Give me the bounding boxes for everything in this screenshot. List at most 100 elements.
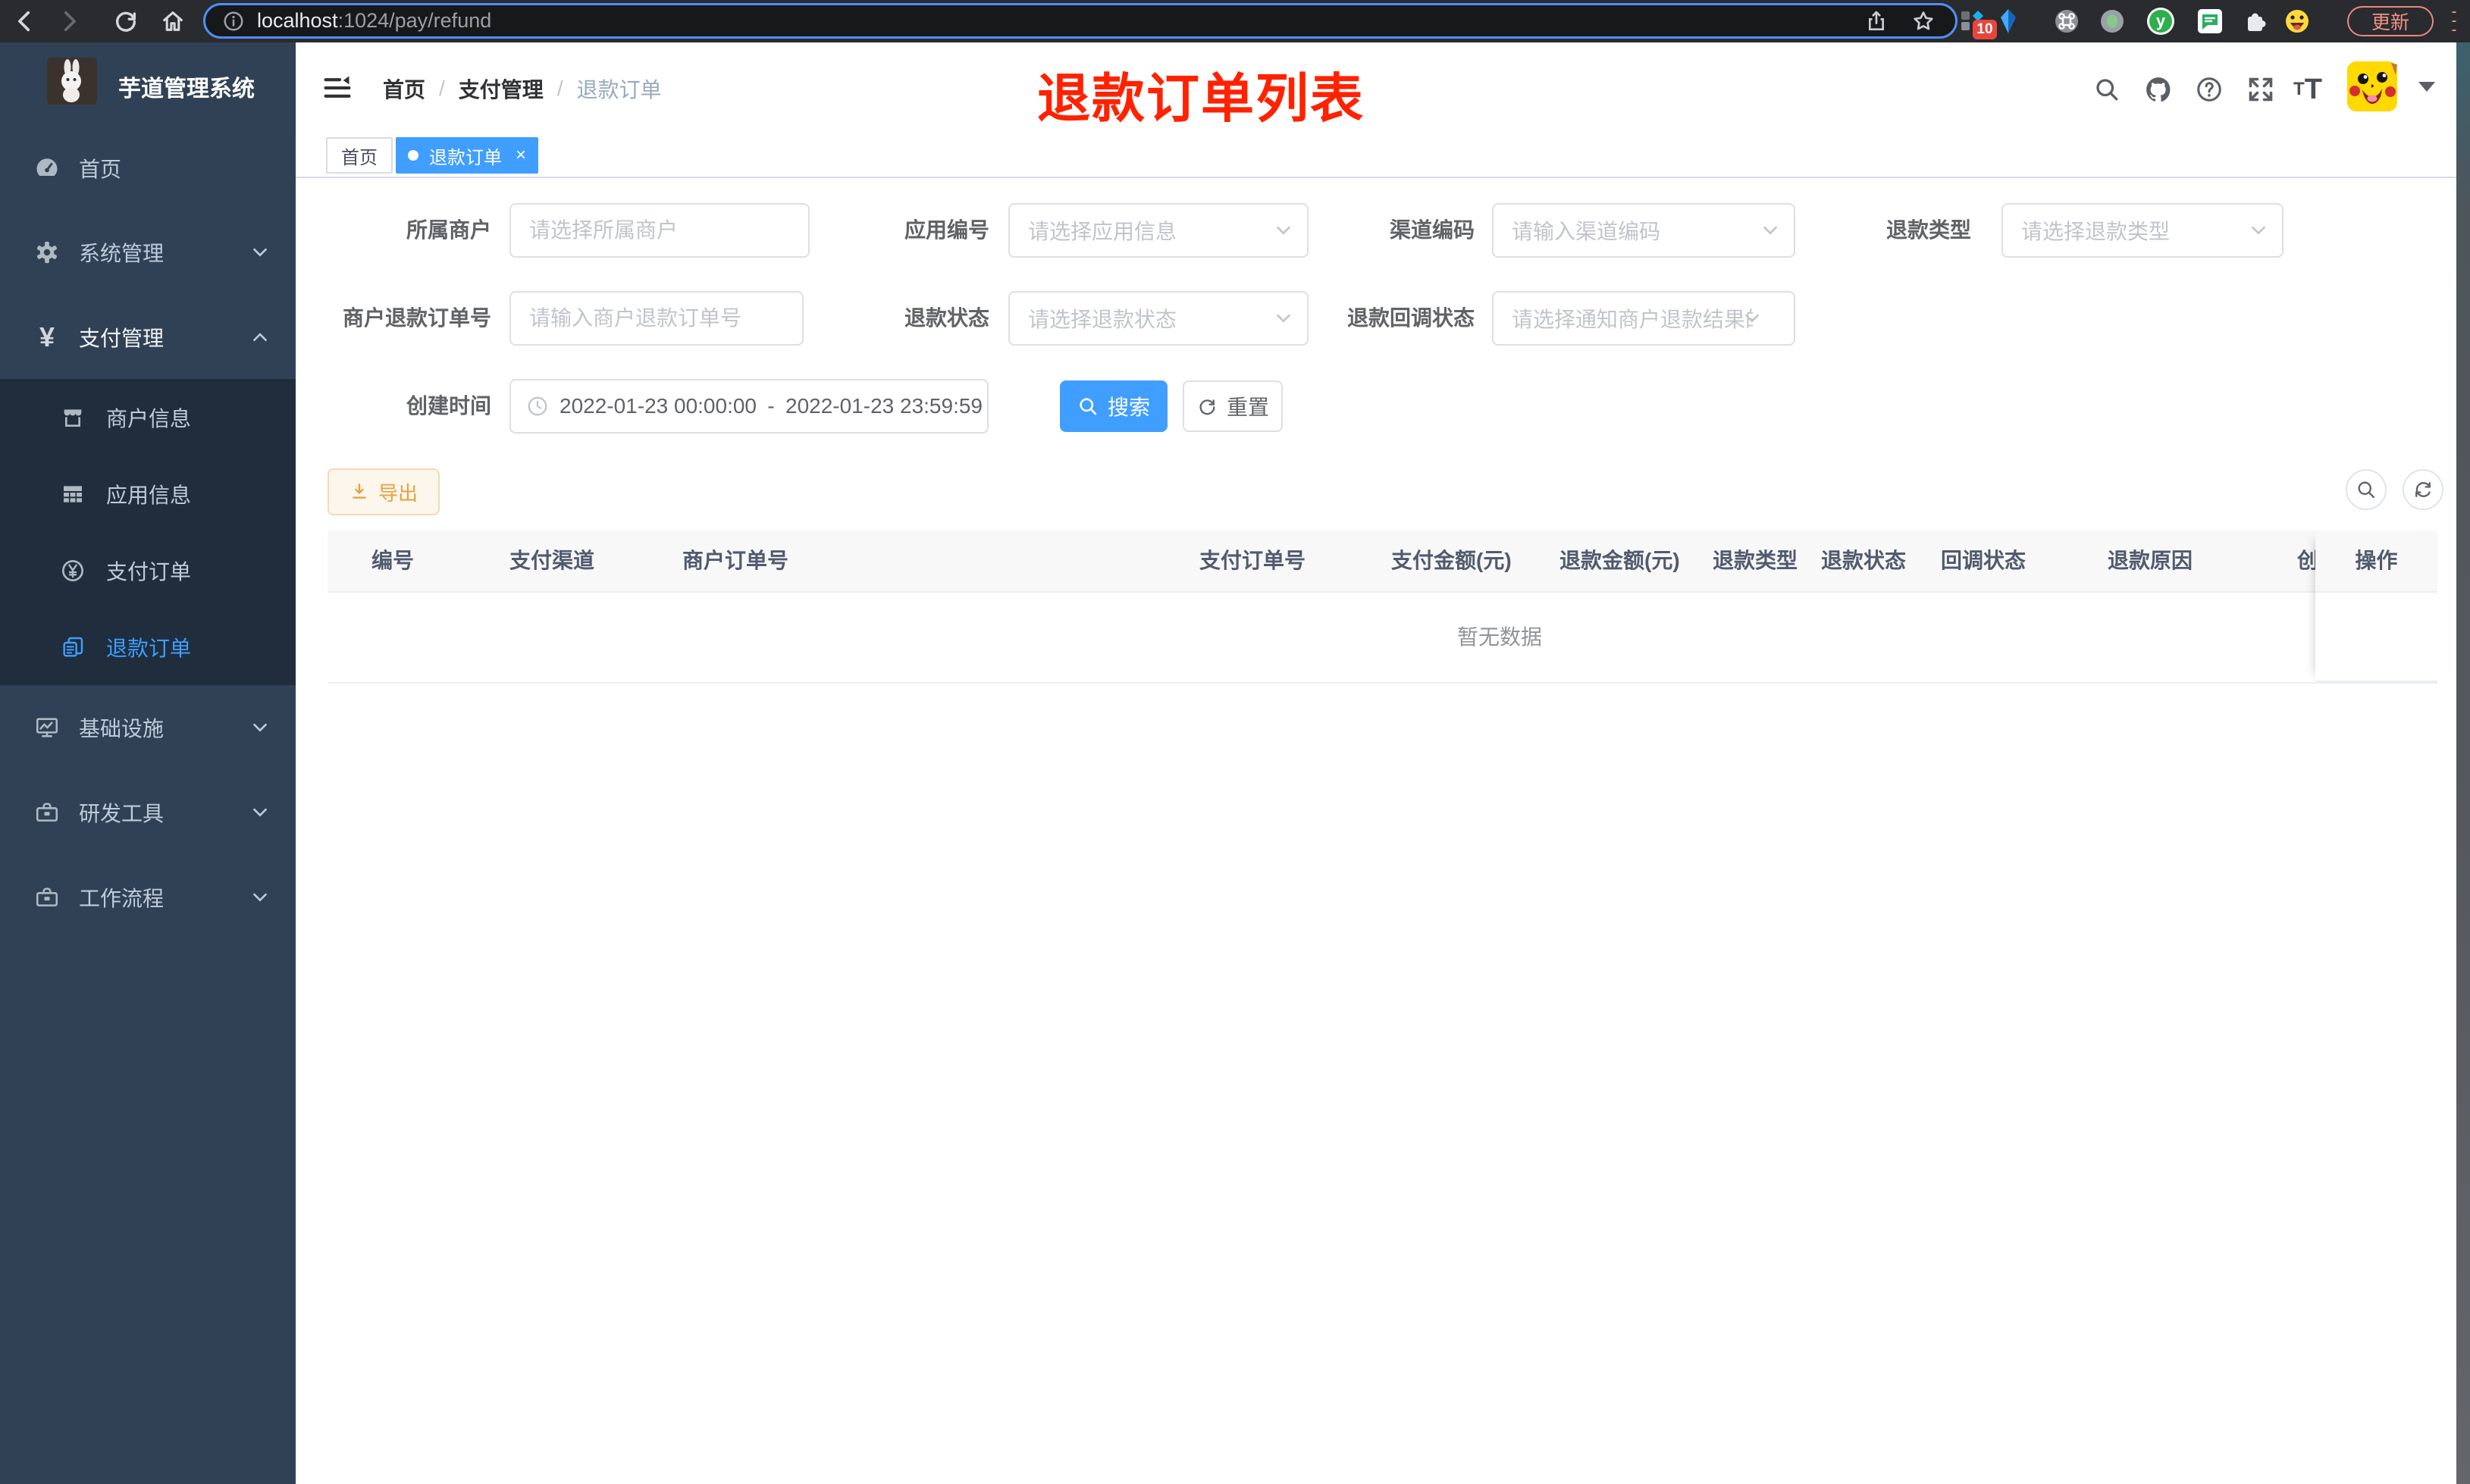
sidebar-item-workflow[interactable]: 工作流程 xyxy=(0,855,296,940)
bookmark-star-icon[interactable] xyxy=(1911,9,1936,33)
chevron-down-icon xyxy=(250,243,270,262)
github-icon[interactable] xyxy=(2143,74,2174,105)
export-button-label: 导出 xyxy=(378,481,418,505)
monitor-icon xyxy=(32,715,62,740)
header-search-icon[interactable] xyxy=(2092,74,2122,105)
shop-icon xyxy=(58,405,88,430)
extension-y-icon[interactable]: y xyxy=(2147,8,2174,35)
column-header: 退款金额(元) xyxy=(1559,549,1680,572)
toolbox-icon xyxy=(32,800,62,825)
filter-label-app: 应用编号 xyxy=(904,218,989,242)
browser-menu-icon[interactable] xyxy=(2444,8,2464,35)
sidebar-item-app-info[interactable]: 应用信息 xyxy=(0,456,296,532)
site-info-icon[interactable] xyxy=(222,10,245,33)
extension-badge: 10 xyxy=(1973,20,1997,39)
search-button[interactable]: 搜索 xyxy=(1060,380,1168,432)
fixed-action-column: 操作 xyxy=(2315,531,2437,684)
sidebar-item-pay[interactable]: ¥ 支付管理 xyxy=(0,295,296,380)
date-range-separator: - xyxy=(767,394,775,418)
url-text: localhost:1024/pay/refund xyxy=(257,9,491,33)
tag-label: 首页 xyxy=(341,147,378,168)
extension-emoji-icon[interactable] xyxy=(2283,8,2311,35)
tags-view: 首页 退款订单 × xyxy=(296,134,2470,178)
avatar[interactable] xyxy=(2347,61,2397,111)
dashboard-icon xyxy=(32,155,62,181)
address-bar[interactable]: localhost:1024/pay/refund xyxy=(203,3,1958,39)
active-dot xyxy=(408,150,418,161)
browser-reload-icon[interactable] xyxy=(111,6,141,36)
sidebar-item-label: 支付订单 xyxy=(106,559,192,584)
yen-icon: ¥ xyxy=(39,321,55,352)
breadcrumb-home[interactable]: 首页 xyxy=(383,74,425,104)
clock-icon xyxy=(526,395,549,418)
sidebar-item-devtools[interactable]: 研发工具 xyxy=(0,770,296,855)
tag-home[interactable]: 首页 xyxy=(326,137,393,174)
hamburger-icon[interactable] xyxy=(322,74,353,102)
chevron-down-icon xyxy=(1742,308,1762,328)
refresh-table-button[interactable] xyxy=(2403,469,2443,510)
extension-kite-icon[interactable] xyxy=(1995,8,2022,35)
extensions-puzzle-icon[interactable] xyxy=(2242,8,2269,35)
sidebar-item-home[interactable]: 首页 xyxy=(0,126,296,211)
chevron-down-icon xyxy=(2249,221,2268,240)
tag-refund-order[interactable]: 退款订单 × xyxy=(396,137,539,174)
sidebar-item-pay-order[interactable]: 支付订单 xyxy=(0,532,296,609)
extension-command-icon[interactable] xyxy=(2053,8,2080,35)
avatar-caret-icon[interactable] xyxy=(2418,82,2435,92)
browser-back-icon[interactable] xyxy=(10,6,40,36)
sidebar-item-refund-order[interactable]: 退款订单 xyxy=(0,609,296,685)
sidebar-item-infra[interactable]: 基础设施 xyxy=(0,685,296,770)
font-size-icon[interactable]: TT xyxy=(2293,74,2323,105)
chevron-up-icon xyxy=(250,327,270,347)
sidebar-item-label: 系统管理 xyxy=(79,242,165,265)
pay-submenu: 商户信息 应用信息 支付订单 退款订单 xyxy=(0,379,296,685)
breadcrumb-pay[interactable]: 支付管理 xyxy=(459,74,544,104)
extension-blocks-icon[interactable]: 10 xyxy=(1959,8,1997,39)
extension-chat-icon[interactable] xyxy=(2196,8,2224,35)
update-label: 更新 xyxy=(2371,12,2409,33)
close-icon[interactable]: × xyxy=(516,146,526,164)
reset-button[interactable]: 重置 xyxy=(1183,380,1283,432)
help-icon[interactable] xyxy=(2194,74,2224,105)
merchant-refund-no-field[interactable] xyxy=(511,293,802,344)
merchant-refund-no-input[interactable] xyxy=(509,291,804,346)
sidebar-item-merchant-info[interactable]: 商户信息 xyxy=(0,379,296,456)
fullscreen-icon[interactable] xyxy=(2246,74,2276,105)
page-annotation: 退款订单列表 xyxy=(1037,69,1365,128)
column-header: 支付订单号 xyxy=(1199,549,1306,572)
refund-type-select[interactable]: 请选择退款类型 xyxy=(2001,203,2283,258)
column-header: 商户订单号 xyxy=(682,549,789,572)
chevron-down-icon xyxy=(250,718,270,737)
share-icon[interactable] xyxy=(1864,9,1889,33)
sidebar-item-label: 首页 xyxy=(79,158,122,181)
merchant-input[interactable] xyxy=(509,203,810,258)
chevron-down-icon xyxy=(250,803,270,822)
toggle-search-button[interactable] xyxy=(2346,469,2387,510)
download-icon xyxy=(353,484,366,499)
channel-select[interactable]: 请输入渠道编码 xyxy=(1492,203,1795,258)
reset-button-label: 重置 xyxy=(1226,396,1269,419)
empty-data-text: 暂无数据 xyxy=(1456,625,1542,649)
column-header: 编号 xyxy=(371,549,415,572)
column-header: 支付金额(元) xyxy=(1391,549,1512,572)
extension-record-icon[interactable] xyxy=(2099,8,2126,35)
gear-icon xyxy=(32,240,62,265)
url-host: localhost xyxy=(257,9,338,32)
scrollbar[interactable] xyxy=(2456,42,2470,1484)
create-time-range-picker[interactable]: 2022-01-23 00:00:00 - 2022-01-23 23:59:5… xyxy=(509,379,989,434)
sidebar-item-label: 应用信息 xyxy=(106,483,192,507)
notify-status-select[interactable]: 请选择通知商户退款结果的 xyxy=(1492,291,1795,346)
sidebar-item-system[interactable]: 系统管理 xyxy=(0,210,296,295)
date-end-value: 2022-01-23 23:59:59 xyxy=(785,394,983,418)
browser-home-icon[interactable] xyxy=(158,6,188,36)
browser-forward-icon[interactable] xyxy=(54,6,84,36)
search-button-label: 搜索 xyxy=(1107,396,1150,419)
merchant-input-field[interactable] xyxy=(511,205,808,256)
browser-update-button[interactable]: 更新 xyxy=(2347,6,2434,36)
export-button[interactable]: 导出 xyxy=(328,468,440,515)
navbar: 首页 / 支付管理 / 退款订单 退款订单列表 TT xyxy=(296,42,2470,134)
breadcrumb-current: 退款订单 xyxy=(576,77,662,102)
channel-select-placeholder: 请输入渠道编码 xyxy=(1512,220,1661,243)
screen: localhost:1024/pay/refund 10 y 更新 芋道管理系统… xyxy=(0,0,2470,1484)
search-icon xyxy=(1080,398,1097,415)
